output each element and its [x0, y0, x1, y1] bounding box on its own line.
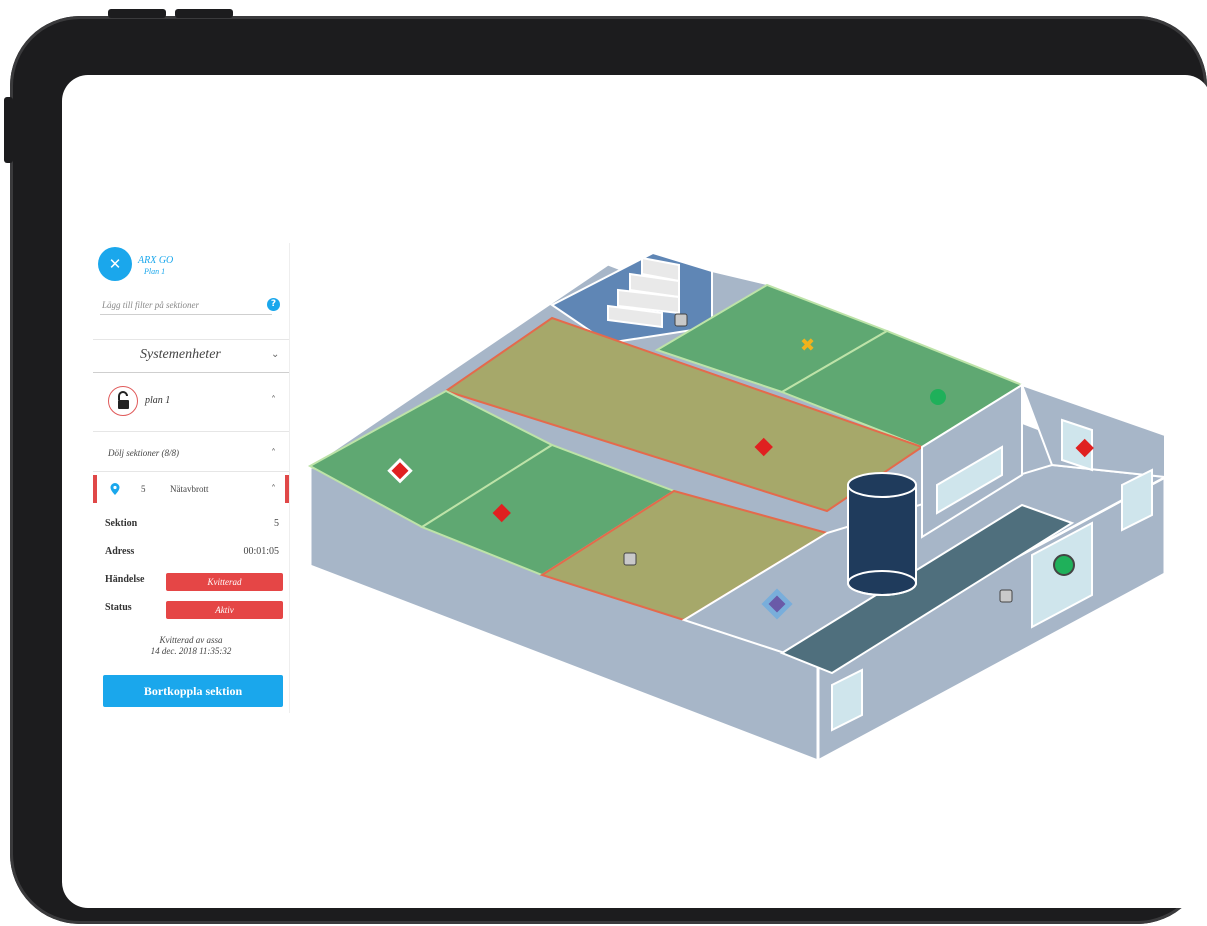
status-badge: Aktiv — [166, 601, 283, 619]
power-button — [4, 97, 13, 163]
svg-text:✖: ✖ — [800, 335, 815, 356]
event-label: Händelse — [105, 574, 145, 585]
location-pin-icon — [110, 483, 120, 495]
help-icon[interactable]: ? — [267, 298, 280, 311]
status-label: Status — [105, 602, 132, 613]
ok-marker[interactable] — [1053, 554, 1075, 576]
section-event: Nätavbrott — [170, 484, 209, 494]
close-button[interactable]: ✕ — [98, 247, 132, 281]
chevron-up-icon: ˄ — [271, 484, 276, 495]
disconnect-section-button[interactable]: Bortkoppla sektion — [103, 675, 283, 707]
plan-label: plan 1 — [145, 395, 171, 406]
inactive-marker[interactable] — [999, 589, 1013, 603]
inactive-marker[interactable] — [623, 552, 637, 566]
event-badge: Kvitterad — [166, 573, 283, 591]
chevron-up-icon: ˄ — [271, 448, 276, 459]
section-filter-input[interactable] — [100, 296, 272, 315]
acknowledged-time: 14 dec. 2018 11:35:32 — [150, 646, 232, 656]
volume-button — [108, 9, 166, 18]
app-title: ARX GO — [138, 255, 174, 266]
fault-marker[interactable]: ✖ — [800, 335, 815, 356]
app-subtitle: Plan 1 — [144, 267, 166, 276]
unlocked-padlock-icon — [108, 386, 138, 416]
inactive-marker[interactable] — [674, 313, 688, 327]
close-icon: ✕ — [108, 255, 122, 273]
chevron-up-icon: ˄ — [271, 395, 276, 406]
side-panel: ✕ ARX GO Plan 1 ? Systemenheter ⌄ plan 1 — [93, 243, 290, 713]
divider — [93, 471, 289, 472]
section-label: Sektion — [105, 518, 138, 529]
address-value: 00:01:05 — [243, 546, 279, 557]
section-value: 5 — [274, 518, 279, 529]
divider — [93, 431, 289, 432]
divider — [93, 372, 289, 373]
tablet-frame: ✖ ✕ ARX GO Plan 1 ? Systemenheter — [10, 16, 1207, 924]
acknowledged-by: Kvitterad av assa — [159, 635, 223, 645]
system-units-label: Systemenheter — [140, 347, 221, 362]
elevator-shaft — [847, 472, 917, 596]
volume-button — [175, 9, 233, 18]
hide-sections-toggle[interactable]: Dölj sektioner (8/8) ˄ — [93, 439, 289, 469]
alarm-indicator — [93, 475, 97, 503]
chevron-down-icon: ⌄ — [271, 349, 280, 360]
app-screen: ✖ ✕ ARX GO Plan 1 ? Systemenheter — [62, 75, 1207, 908]
address-label: Adress — [105, 546, 135, 557]
alarm-section-item[interactable]: 5 Nätavbrott ˄ — [93, 475, 289, 503]
hide-sections-label: Dölj sektioner (8/8) — [108, 448, 179, 458]
ok-marker[interactable] — [930, 389, 946, 405]
alarm-indicator — [285, 475, 289, 503]
plan-header[interactable]: plan 1 ˄ — [93, 380, 289, 430]
section-number: 5 — [141, 484, 146, 494]
system-units-header[interactable]: Systemenheter ⌄ — [93, 339, 289, 371]
